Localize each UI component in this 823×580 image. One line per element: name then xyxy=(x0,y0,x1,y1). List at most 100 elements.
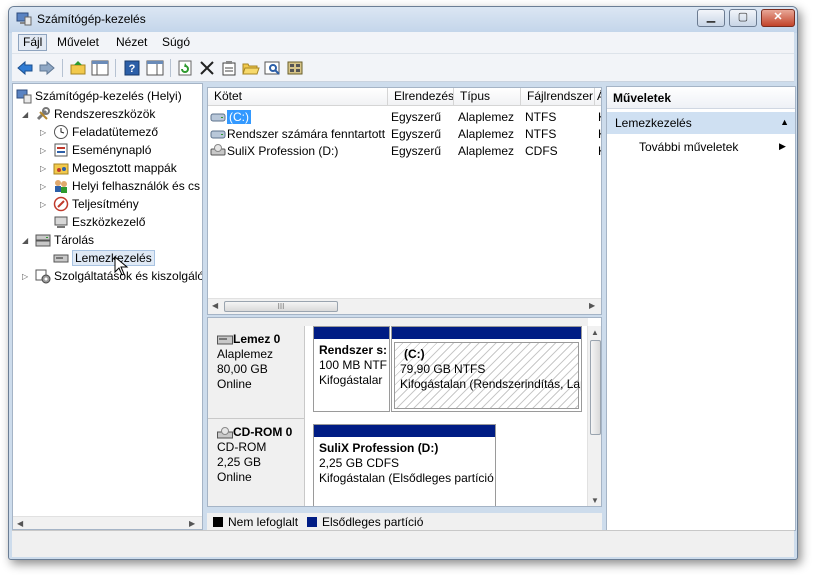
volume-filesystem: NTFS xyxy=(525,110,557,124)
disk-icon[interactable] xyxy=(285,58,305,78)
tree-item-task-scheduler[interactable]: ▷ Feladatütemező xyxy=(40,123,158,141)
column-header-status[interactable]: Á xyxy=(595,88,601,106)
legend: Nem lefoglalt Elsődleges partíció xyxy=(207,513,602,531)
partition-d[interactable]: SuliX Profession (D:) 2,25 GB CDFS Kifog… xyxy=(313,424,496,506)
volume-name: Rendszer számára fenntartott xyxy=(227,127,386,141)
clock-icon xyxy=(53,124,69,140)
collapse-arrow-icon[interactable]: ◢ xyxy=(22,236,32,245)
menu-action[interactable]: Művelet xyxy=(57,35,99,49)
scroll-up-icon[interactable]: ▲ xyxy=(591,328,599,337)
scroll-right-icon[interactable]: ▶ xyxy=(189,519,195,528)
primary-partition-band xyxy=(314,425,495,437)
disk-map: Lemez 0 Alaplemez 80,00 GB Online Rendsz… xyxy=(207,317,602,507)
tree-horizontal-scrollbar[interactable]: ◀ ▶ xyxy=(13,516,202,529)
up-folder-icon[interactable] xyxy=(68,58,88,78)
title-bar[interactable]: Számítógép-kezelés ▁ ▢ ✕ xyxy=(9,7,797,33)
menu-view[interactable]: Nézet xyxy=(116,35,147,49)
delete-icon[interactable] xyxy=(197,58,217,78)
tree-item-device-manager[interactable]: Eszközkezelő xyxy=(40,213,145,231)
show-tree-icon[interactable] xyxy=(90,58,110,78)
drive-icon xyxy=(210,128,226,143)
open-folder-icon[interactable] xyxy=(241,58,261,78)
volume-filesystem: NTFS xyxy=(525,127,557,141)
expand-arrow-icon[interactable]: ▷ xyxy=(40,200,50,209)
table-row[interactable]: Rendszer számára fenntartott Egyszerű Al… xyxy=(208,126,601,143)
volume-layout: Egyszerű xyxy=(391,110,442,124)
scroll-down-icon[interactable]: ▼ xyxy=(591,496,599,505)
column-header-volume[interactable]: Kötet xyxy=(208,88,388,106)
more-actions-item[interactable]: További műveletek xyxy=(639,140,738,154)
forward-arrow-icon[interactable] xyxy=(37,58,57,78)
column-header-filesystem[interactable]: Fájlrendszer xyxy=(521,88,595,106)
search-icon[interactable] xyxy=(263,58,283,78)
maximize-button[interactable]: ▢ xyxy=(729,9,757,27)
svg-text:?: ? xyxy=(129,63,136,75)
collapse-section-icon[interactable]: ▲ xyxy=(780,117,789,127)
tree-item-label: Helyi felhasználók és cs xyxy=(72,179,201,193)
help-icon[interactable]: ? xyxy=(122,58,142,78)
refresh-icon[interactable] xyxy=(175,58,195,78)
client-area: Számítógép-kezelés (Helyi) ◢ Rendszeresz… xyxy=(12,83,796,531)
cdrom-0-info[interactable]: CD-ROM 0 CD-ROM 2,25 GB Online xyxy=(208,418,305,506)
scroll-right-icon[interactable]: ▶ xyxy=(589,301,595,310)
computer-management-icon xyxy=(16,12,32,26)
expand-arrow-icon[interactable]: ▷ xyxy=(22,272,32,281)
close-button[interactable]: ✕ xyxy=(761,9,795,27)
disk-size: 2,25 GB xyxy=(217,455,262,469)
disk-0-info[interactable]: Lemez 0 Alaplemez 80,00 GB Online xyxy=(208,326,305,418)
tools-icon xyxy=(35,106,51,122)
menu-help[interactable]: Súgó xyxy=(162,35,190,49)
tree-item-performance[interactable]: ▷ Teljesítmény xyxy=(40,195,139,213)
tree-item-local-users[interactable]: ▷ Helyi felhasználók és cs xyxy=(40,177,200,195)
expand-arrow-icon[interactable]: ▷ xyxy=(40,182,50,191)
tree-item-system-tools[interactable]: ◢ Rendszereszközök xyxy=(22,105,155,123)
tree-root[interactable]: Számítógép-kezelés (Helyi) xyxy=(16,87,182,105)
legend-label-primary: Elsődleges partíció xyxy=(322,515,424,529)
tree-item-event-viewer[interactable]: ▷ Eseménynapló xyxy=(40,141,151,159)
column-header-type[interactable]: Típus xyxy=(454,88,521,106)
back-arrow-icon[interactable] xyxy=(15,58,35,78)
scroll-left-icon[interactable]: ◀ xyxy=(212,301,218,310)
tree-item-disk-management[interactable]: Lemezkezelés xyxy=(40,249,155,267)
partition-name: Rendszer s: xyxy=(319,343,388,357)
primary-partition-band xyxy=(314,327,389,339)
volume-status: K xyxy=(598,144,601,158)
properties-icon[interactable] xyxy=(219,58,239,78)
tree-item-services[interactable]: ▷ Szolgáltatások és kiszolgáló xyxy=(22,267,202,285)
legend-swatch-primary xyxy=(307,517,317,527)
expand-arrow-icon[interactable]: ▷ xyxy=(40,164,50,173)
scrollbar-thumb[interactable] xyxy=(590,340,601,435)
menu-file[interactable]: Fájl xyxy=(18,34,48,51)
column-header-layout[interactable]: Elrendezés xyxy=(388,88,454,106)
tree-item-label: Eszközkezelő xyxy=(72,215,146,229)
actions-section-disk-management[interactable]: Lemezkezelés ▲ xyxy=(607,112,795,134)
actions-pane: Műveletek Lemezkezelés ▲ További művelet… xyxy=(606,86,796,531)
minimize-button[interactable]: ▁ xyxy=(697,9,725,27)
collapse-arrow-icon[interactable]: ◢ xyxy=(22,110,32,119)
volume-status: K xyxy=(598,127,601,141)
tree-item-storage[interactable]: ◢ Tárolás xyxy=(22,231,94,249)
actions-header: Műveletek xyxy=(607,87,795,109)
tree-item-shared-folders[interactable]: ▷ Megosztott mappák xyxy=(40,159,177,177)
list-horizontal-scrollbar[interactable]: ◀ III ▶ xyxy=(208,298,601,314)
disk-map-vertical-scrollbar[interactable]: ▲ ▼ xyxy=(587,326,601,506)
partition-c[interactable]: (C:) 79,90 GB NTFS Kifogástalan (Rendsze… xyxy=(391,326,582,412)
hard-disk-icon xyxy=(217,335,233,344)
partition-system-reserved[interactable]: Rendszer s: 100 MB NTF Kifogástalar xyxy=(313,326,390,412)
partition-size: 79,90 GB NTFS xyxy=(400,362,486,376)
expand-arrow-icon[interactable]: ▷ xyxy=(40,128,50,137)
action-pane-icon[interactable] xyxy=(145,58,165,78)
storage-icon xyxy=(35,232,51,248)
navigation-tree: Számítógép-kezelés (Helyi) ◢ Rendszeresz… xyxy=(12,83,203,530)
scroll-left-icon[interactable]: ◀ xyxy=(17,519,23,528)
disk-type: Alaplemez xyxy=(217,347,274,361)
partition-selected-frame: (C:) 79,90 GB NTFS Kifogástalan (Rendsze… xyxy=(394,342,581,409)
volume-type: Alaplemez xyxy=(458,127,515,141)
scrollbar-thumb[interactable]: III xyxy=(224,301,338,312)
table-row[interactable]: (C:) Egyszerű Alaplemez NTFS K xyxy=(208,109,601,126)
table-row[interactable]: SuliX Profession (D:) Egyszerű Alaplemez… xyxy=(208,143,601,160)
partition-status: Kifogástalan (Elsődleges partíció xyxy=(319,471,494,485)
expand-arrow-icon[interactable]: ▷ xyxy=(40,146,50,155)
tree-item-label: Rendszereszközök xyxy=(54,107,156,121)
volume-type: Alaplemez xyxy=(458,110,515,124)
